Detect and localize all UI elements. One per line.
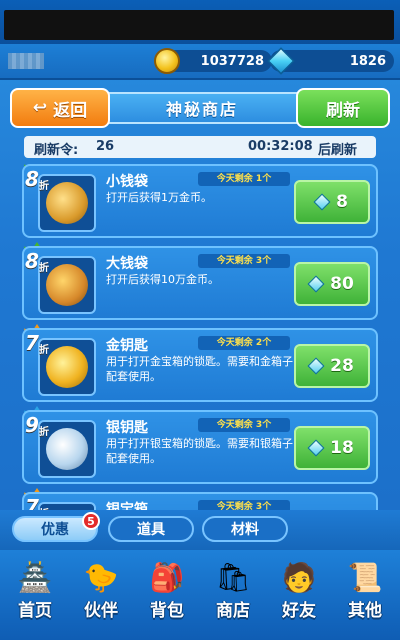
- back-button[interactable]: ↩ 返回: [10, 88, 110, 128]
- item-price: 8: [336, 192, 348, 212]
- shop-icon: 🛍: [215, 560, 251, 594]
- home-icon: 🏯: [17, 560, 53, 594]
- gem-amount: 1826: [349, 53, 386, 69]
- item-description: 打开后获得10万金币。: [106, 273, 219, 286]
- item-name: 金钥匙: [106, 338, 148, 354]
- item-name: 银宝箱: [106, 502, 148, 510]
- nav-shop[interactable]: 🛍 商店: [200, 550, 266, 638]
- refresh-button[interactable]: 刷新: [296, 88, 390, 128]
- partner-icon: 🐤: [83, 560, 119, 594]
- diamond-icon: [307, 357, 325, 375]
- nav-other[interactable]: 📜 其他: [332, 550, 398, 638]
- item-description: 用于打开银宝箱的锁匙。需要和银箱子配套使用。: [106, 437, 293, 465]
- diamond-icon: [307, 275, 325, 293]
- gold-coin-icon: [154, 48, 180, 74]
- item-remaining: 今天剩余 1个: [198, 172, 290, 186]
- shop-tabs: 优惠 5 道具 材料: [0, 510, 400, 550]
- item-description: 打开后获得1万金币。: [106, 191, 212, 204]
- buy-button[interactable]: 18: [294, 426, 370, 470]
- discount-badge: 7折: [22, 324, 56, 362]
- refresh-info: 刷新令: 26 00:32:08 后刷新: [24, 136, 376, 158]
- shop-item[interactable]: 8折 大钱袋 今天剩余 3个 打开后获得10万金币。 80: [22, 246, 378, 320]
- resource-bar: 1037728 1826: [0, 44, 400, 80]
- buy-button[interactable]: 8: [294, 180, 370, 224]
- discount-badge: 9折: [22, 406, 56, 444]
- shop-item[interactable]: 7折 银宝箱 今天剩余 3个: [22, 492, 378, 510]
- diamond-icon: [267, 47, 295, 75]
- gem-counter: 1826: [267, 47, 394, 75]
- other-icon: 📜: [347, 560, 383, 594]
- nav-home[interactable]: 🏯 首页: [2, 550, 68, 638]
- item-remaining: 今天剩余 3个: [198, 500, 290, 510]
- item-price: 28: [330, 356, 354, 376]
- redacted-bar: [4, 10, 394, 40]
- shop-item[interactable]: 8折 小钱袋 今天剩余 1个 打开后获得1万金币。 8: [22, 164, 378, 238]
- notification-badge: 5: [82, 512, 100, 530]
- player-name-blurred: [8, 53, 44, 69]
- discount-badge: 7折: [22, 488, 56, 510]
- item-name: 银钥匙: [106, 420, 148, 436]
- page-title: 神秘商店: [80, 92, 324, 124]
- buy-button[interactable]: 80: [294, 262, 370, 306]
- item-price: 18: [330, 438, 354, 458]
- nav-partner[interactable]: 🐤 伙伴: [68, 550, 134, 638]
- back-arrow-icon: ↩: [32, 98, 48, 118]
- tab-items[interactable]: 道具: [108, 516, 194, 542]
- nav-bag[interactable]: 🎒 背包: [134, 550, 200, 638]
- status-bar: [0, 0, 400, 44]
- item-name: 大钱袋: [106, 256, 148, 272]
- shop-item[interactable]: 7折 金钥匙 今天剩余 2个 用于打开金宝箱的锁匙。需要和金箱子配套使用。 28: [22, 328, 378, 402]
- shop-header: 神秘商店 ↩ 返回 刷新: [10, 88, 390, 128]
- back-label: 返回: [53, 100, 88, 121]
- refresh-token-label: 刷新令:: [34, 143, 79, 158]
- bottom-nav: 🏯 首页 🐤 伙伴 🎒 背包 🛍 商店 🧑 好友 📜 其他: [0, 550, 400, 640]
- refresh-token-count: 26: [96, 139, 115, 154]
- discount-badge: 8折: [22, 164, 56, 198]
- gold-counter: 1037728: [154, 48, 272, 74]
- refresh-timer: 00:32:08: [248, 139, 313, 154]
- gold-amount: 1037728: [200, 53, 264, 69]
- discount-badge: 8折: [22, 242, 56, 280]
- item-price: 80: [330, 274, 354, 294]
- bag-icon: 🎒: [149, 560, 185, 594]
- nav-friend[interactable]: 🧑 好友: [266, 550, 332, 638]
- friend-icon: 🧑: [281, 560, 317, 594]
- diamond-icon: [307, 439, 325, 457]
- diamond-icon: [313, 193, 331, 211]
- item-remaining: 今天剩余 2个: [198, 336, 290, 350]
- tab-materials[interactable]: 材料: [202, 516, 288, 542]
- shop-item[interactable]: 9折 银钥匙 今天剩余 3个 用于打开银宝箱的锁匙。需要和银箱子配套使用。 18: [22, 410, 378, 484]
- item-remaining: 今天剩余 3个: [198, 254, 290, 268]
- item-description: 用于打开金宝箱的锁匙。需要和金箱子配套使用。: [106, 355, 293, 383]
- shop-item-list[interactable]: 8折 小钱袋 今天剩余 1个 打开后获得1万金币。 8 8折 大钱袋 今天剩余 …: [22, 164, 378, 510]
- buy-button[interactable]: 28: [294, 344, 370, 388]
- item-name: 小钱袋: [106, 174, 148, 190]
- refresh-suffix: 后刷新: [318, 143, 358, 158]
- item-remaining: 今天剩余 3个: [198, 418, 290, 432]
